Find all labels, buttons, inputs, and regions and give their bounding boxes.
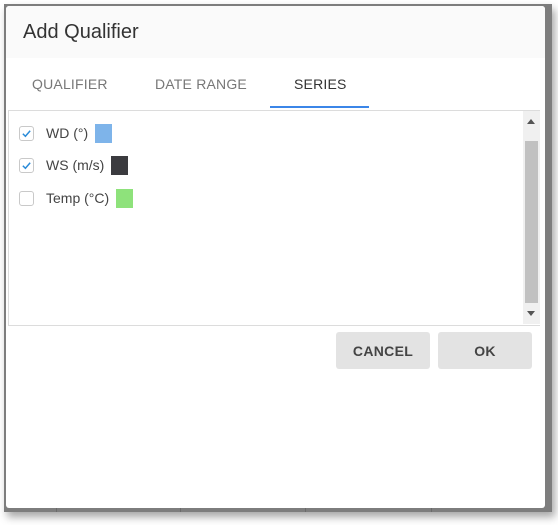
series-color-swatch: [111, 155, 129, 175]
series-label: WD (°): [46, 125, 89, 141]
checkbox-temp[interactable]: [19, 190, 34, 206]
series-item-ws[interactable]: WS (m/s): [19, 154, 129, 176]
dialog-header: Add Qualifier: [6, 6, 545, 58]
tab-date-range[interactable]: DATE RANGE: [155, 76, 247, 92]
series-item-wd[interactable]: WD (°): [19, 122, 113, 144]
ok-button[interactable]: OK: [438, 332, 532, 369]
scroll-up-arrow-icon[interactable]: [527, 119, 535, 124]
cancel-button[interactable]: CANCEL: [336, 332, 430, 369]
tab-series[interactable]: SERIES: [294, 76, 347, 92]
series-label: WS (m/s): [46, 157, 105, 173]
scrollbar-thumb[interactable]: [525, 141, 538, 303]
list-scrollbar[interactable]: [523, 111, 540, 324]
add-qualifier-dialog: Add Qualifier QUALIFIER DATE RANGE SERIE…: [6, 6, 545, 508]
series-label: Temp (°C): [46, 190, 110, 206]
tab-bar: QUALIFIER DATE RANGE SERIES: [6, 64, 545, 110]
checkbox-ws[interactable]: [19, 157, 34, 173]
series-list: WD (°) WS (m/s) Temp (°C): [8, 110, 540, 326]
series-item-temp[interactable]: Temp (°C): [19, 187, 134, 209]
tab-qualifier[interactable]: QUALIFIER: [32, 76, 108, 92]
check-icon: [22, 161, 31, 169]
active-tab-indicator: [270, 106, 369, 108]
series-color-swatch: [95, 123, 113, 143]
check-icon: [22, 129, 31, 137]
checkbox-wd[interactable]: [19, 125, 34, 141]
dialog-title: Add Qualifier: [23, 21, 139, 43]
scroll-down-arrow-icon[interactable]: [527, 311, 535, 316]
series-color-swatch: [116, 188, 134, 208]
